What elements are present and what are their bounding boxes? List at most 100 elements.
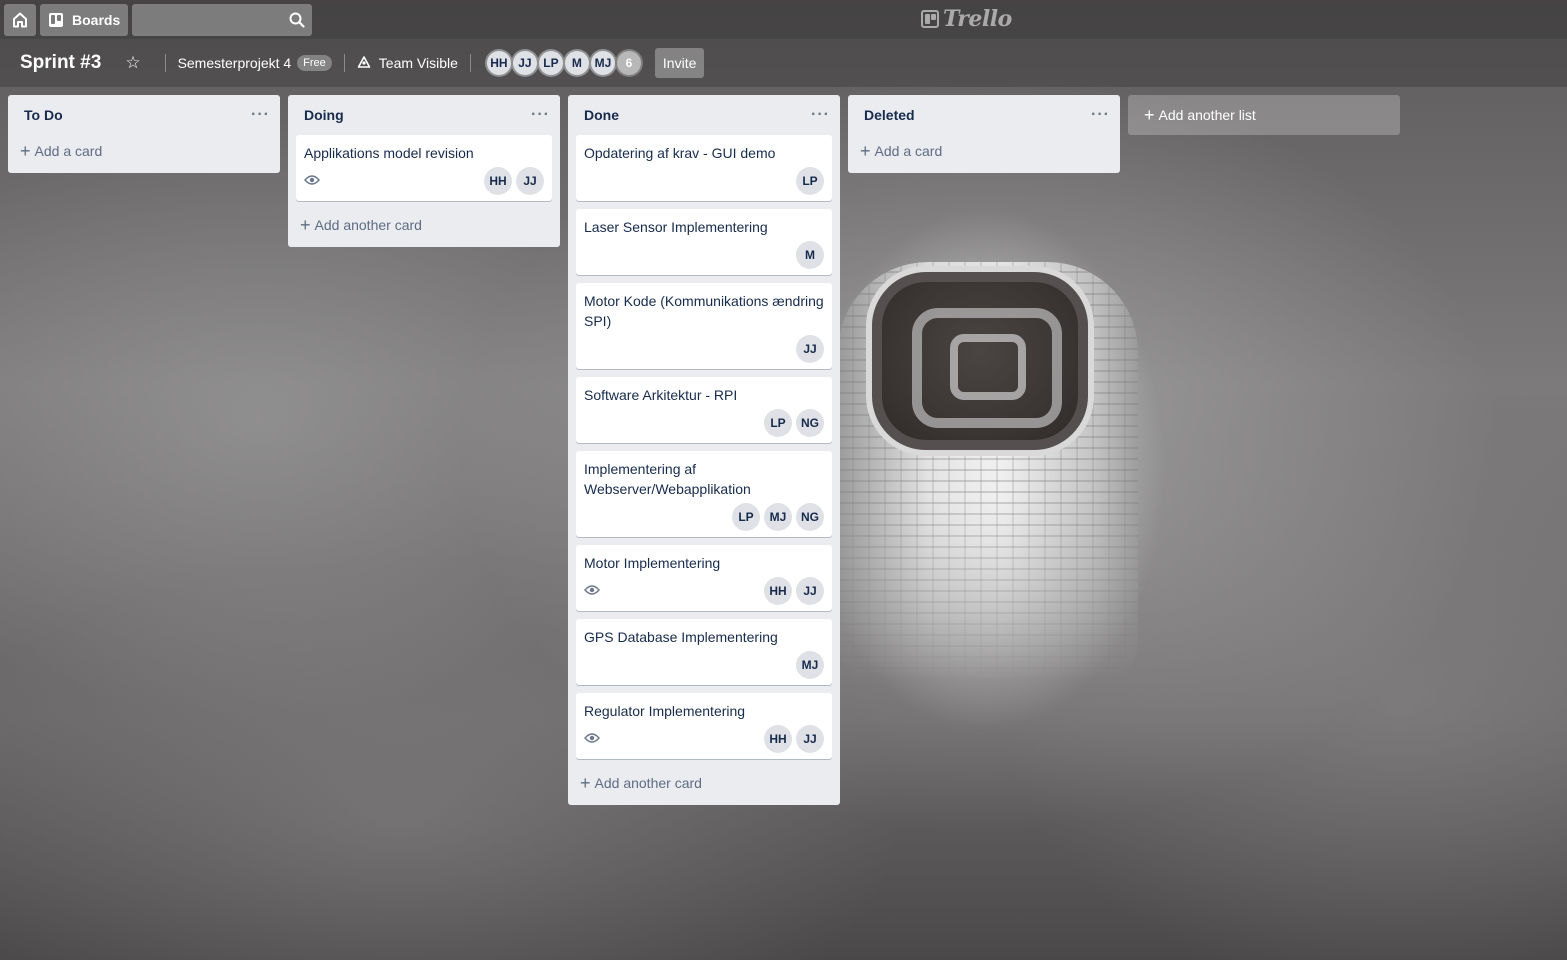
boards-button[interactable]: Boards	[40, 3, 129, 36]
list-menu-icon[interactable]: ···	[811, 106, 830, 124]
card-footer: JJ	[584, 335, 824, 363]
card-footer: LP	[584, 167, 824, 195]
card-title: GPS Database Implementering	[584, 629, 778, 645]
list-title[interactable]: To Do	[24, 107, 63, 123]
card-footer: MJ	[584, 651, 824, 679]
board-members: HH JJ LP M MJ 6	[484, 49, 643, 77]
boards-label: Boards	[72, 11, 121, 28]
member-avatar[interactable]: MJ	[764, 503, 792, 531]
member-avatar[interactable]: JJ	[516, 167, 544, 195]
eye-icon	[584, 584, 600, 599]
search-input[interactable]	[149, 11, 290, 28]
member-avatar[interactable]: MJ	[796, 651, 824, 679]
divider	[343, 54, 345, 72]
invite-button[interactable]: Invite	[654, 48, 705, 78]
team-visible-icon	[357, 55, 371, 72]
add-card-label: Add a card	[34, 143, 103, 159]
member-avatar[interactable]: LP	[796, 167, 824, 195]
list-menu-icon[interactable]: ···	[251, 106, 270, 124]
card-members: HH JJ	[484, 167, 544, 195]
list-deleted: Deleted ··· + Add a card	[848, 95, 1120, 173]
card-title: Motor Implementering	[584, 555, 721, 571]
eye-icon	[584, 732, 600, 747]
logo-text: Trello	[943, 6, 1012, 32]
member-count-badge[interactable]: 6	[614, 49, 643, 77]
trello-logo[interactable]: Trello	[921, 6, 1012, 32]
star-icon[interactable]: ☆	[125, 53, 140, 73]
plus-icon: +	[580, 773, 591, 793]
member-avatar[interactable]: NG	[796, 409, 824, 437]
card-footer: LP MJ NG	[584, 503, 824, 531]
member-avatar[interactable]: NG	[796, 503, 824, 531]
home-button[interactable]	[4, 3, 36, 36]
member-avatar[interactable]: HH	[764, 577, 792, 605]
boards-icon	[49, 12, 63, 27]
card-members: M	[796, 241, 824, 269]
list-menu-icon[interactable]: ···	[531, 106, 550, 124]
card[interactable]: Motor Implementering HH JJ	[576, 545, 832, 611]
member-avatar[interactable]: M	[796, 241, 824, 269]
plus-icon: +	[300, 215, 311, 235]
card[interactable]: Motor Kode (Kommunikations ændring SPI) J…	[576, 283, 832, 369]
team-plan-badge: Free	[297, 55, 332, 71]
member-avatar[interactable]: LP	[764, 409, 792, 437]
member-avatar[interactable]: JJ	[510, 49, 539, 77]
card-footer: HH JJ	[304, 167, 544, 195]
add-card-label: Add a card	[874, 143, 943, 159]
card[interactable]: GPS Database Implementering MJ	[576, 619, 832, 685]
member-avatar[interactable]: LP	[732, 503, 760, 531]
board-title[interactable]: Sprint #3	[20, 52, 101, 74]
list-menu-icon[interactable]: ···	[1091, 106, 1110, 124]
add-list-label: Add another list	[1158, 107, 1256, 123]
card-footer: M	[584, 241, 824, 269]
list-title[interactable]: Deleted	[864, 107, 915, 123]
list-doing: Doing ··· Applikations model revision HH JJ +…	[288, 95, 560, 247]
plus-icon: +	[1144, 105, 1155, 125]
add-card-button[interactable]: + Add a card	[8, 135, 280, 167]
card[interactable]: Regulator Implementering HH JJ	[576, 693, 832, 759]
member-avatar[interactable]: LP	[536, 49, 565, 77]
member-avatar[interactable]: MJ	[588, 49, 617, 77]
member-avatar[interactable]: HH	[484, 49, 513, 77]
card[interactable]: Software Arkitektur - RPI LP NG	[576, 377, 832, 443]
card-title: Regulator Implementering	[584, 703, 746, 719]
card-members: MJ	[796, 651, 824, 679]
add-card-button[interactable]: + Add another card	[288, 209, 560, 241]
card-title: Applikations model revision	[304, 145, 474, 161]
team-button[interactable]: Semesterprojekt 4 Free	[178, 55, 332, 71]
plus-icon: +	[20, 141, 31, 161]
member-avatar[interactable]: JJ	[796, 577, 824, 605]
divider	[164, 54, 166, 72]
card[interactable]: Opdatering af krav - GUI demo LP	[576, 135, 832, 201]
visibility-label: Team Visible	[378, 55, 458, 71]
card-title: Laser Sensor Implementering	[584, 219, 768, 235]
card-members: JJ	[796, 335, 824, 363]
card[interactable]: Implementering af Webserver/Webapplikati…	[576, 451, 832, 537]
card[interactable]: Applikations model revision HH JJ	[296, 135, 552, 201]
member-avatar[interactable]: HH	[764, 725, 792, 753]
plus-icon: +	[860, 141, 871, 161]
member-avatar[interactable]: HH	[484, 167, 512, 195]
search-icon[interactable]	[289, 12, 305, 28]
list-title[interactable]: Doing	[304, 107, 344, 123]
eye-icon	[304, 174, 320, 189]
list-title[interactable]: Done	[584, 107, 619, 123]
search-box[interactable]	[132, 3, 313, 36]
card-title: Opdatering af krav - GUI demo	[584, 145, 776, 161]
add-card-button[interactable]: + Add another card	[568, 767, 840, 799]
card-footer: HH JJ	[584, 725, 824, 753]
card-title: Implementering af Webserver/Webapplikati…	[584, 461, 751, 497]
visibility-button[interactable]: Team Visible	[357, 55, 458, 72]
top-header: Boards Trello	[0, 0, 1567, 39]
team-name: Semesterprojekt 4	[177, 55, 292, 71]
card-footer: LP NG	[584, 409, 824, 437]
card[interactable]: Laser Sensor Implementering M	[576, 209, 832, 275]
member-avatar[interactable]: JJ	[796, 725, 824, 753]
add-card-label: Add another card	[594, 775, 702, 791]
member-avatar[interactable]: JJ	[796, 335, 824, 363]
background-building-roof	[866, 266, 1094, 456]
member-avatar[interactable]: M	[562, 49, 591, 77]
card-members: LP NG	[764, 409, 824, 437]
add-card-button[interactable]: + Add a card	[848, 135, 1120, 167]
add-list-button[interactable]: + Add another list	[1128, 95, 1400, 135]
